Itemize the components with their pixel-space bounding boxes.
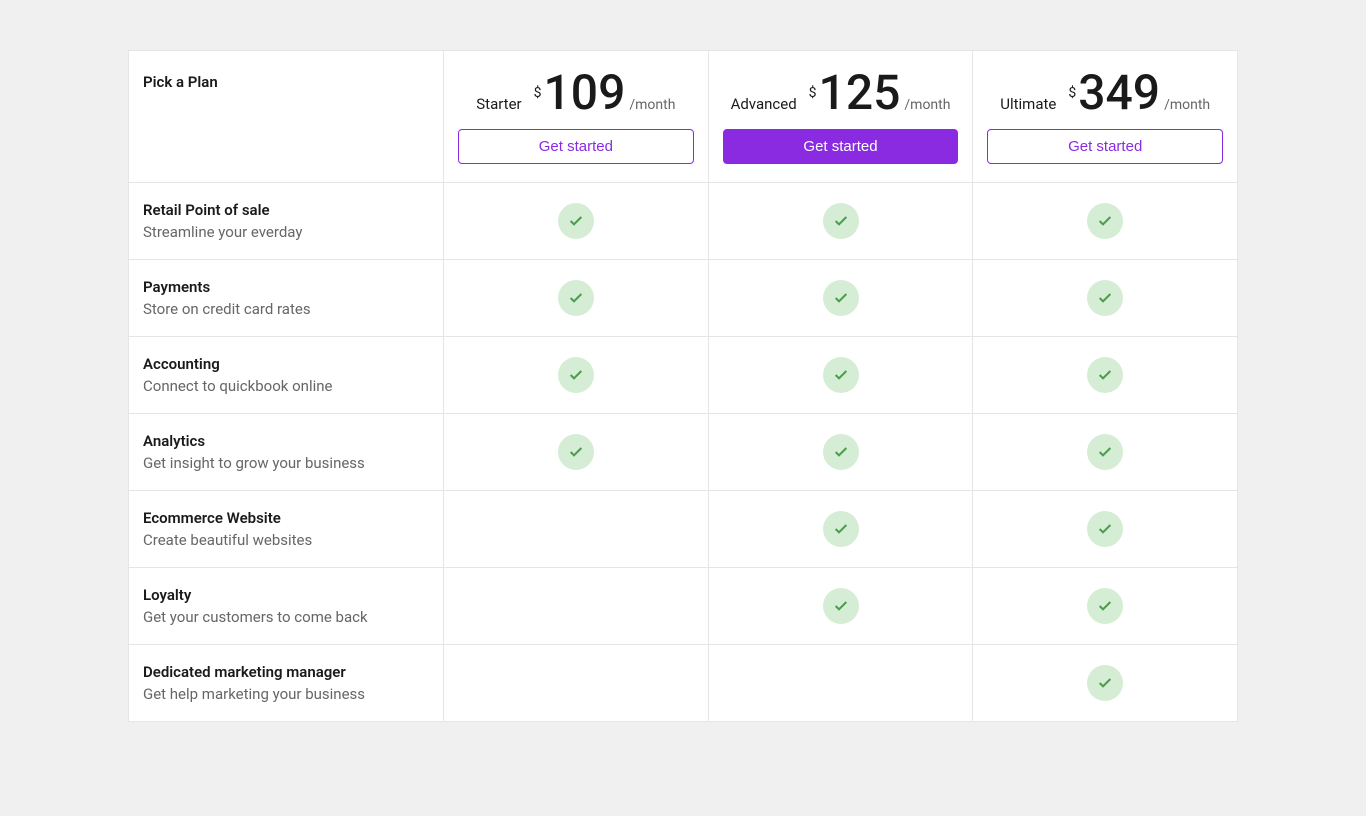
feature-label-cell: Payments Store on credit card rates <box>129 260 444 336</box>
feature-title: Analytics <box>143 432 429 450</box>
check-icon <box>558 357 594 393</box>
feature-value-cell <box>444 491 709 567</box>
feature-value-cell <box>709 568 974 644</box>
feature-title: Ecommerce Website <box>143 509 429 527</box>
feature-value-cell <box>444 414 709 490</box>
feature-value-cell <box>973 645 1237 721</box>
check-icon <box>823 357 859 393</box>
feature-row: Accounting Connect to quickbook online <box>129 336 1237 413</box>
price-amount: 109 <box>544 69 626 117</box>
feature-row: Ecommerce Website Create beautiful websit… <box>129 490 1237 567</box>
check-icon <box>558 280 594 316</box>
feature-label-cell: Accounting Connect to quickbook online <box>129 337 444 413</box>
feature-value-cell <box>709 183 974 259</box>
check-icon <box>823 511 859 547</box>
feature-title: Dedicated marketing manager <box>143 663 429 681</box>
check-icon <box>823 588 859 624</box>
check-icon <box>1087 665 1123 701</box>
header-label-cell: Pick a Plan <box>129 51 444 182</box>
feature-title: Payments <box>143 278 429 296</box>
price-amount: 125 <box>819 69 901 117</box>
feature-value-cell <box>709 645 974 721</box>
feature-desc: Streamline your everday <box>143 223 429 241</box>
feature-value-cell <box>709 414 974 490</box>
feature-value-cell <box>973 260 1237 336</box>
feature-title: Accounting <box>143 355 429 373</box>
feature-desc: Create beautiful websites <box>143 531 429 549</box>
check-icon <box>1087 357 1123 393</box>
price-period: /month <box>629 97 675 113</box>
feature-desc: Get your customers to come back <box>143 608 429 626</box>
header-row: Pick a Plan Starter $ 109 /month Get sta… <box>129 51 1237 182</box>
plan-name: Advanced <box>731 95 797 113</box>
feature-value-cell <box>444 645 709 721</box>
feature-row: Retail Point of sale Streamline your ever… <box>129 182 1237 259</box>
currency-symbol: $ <box>809 85 817 101</box>
feature-value-cell <box>444 183 709 259</box>
feature-title: Retail Point of sale <box>143 201 429 219</box>
feature-value-cell <box>973 491 1237 567</box>
check-icon <box>1087 434 1123 470</box>
feature-label-cell: Analytics Get insight to grow your busine… <box>129 414 444 490</box>
check-icon <box>823 280 859 316</box>
check-icon <box>558 203 594 239</box>
check-icon <box>1087 203 1123 239</box>
feature-label-cell: Loyalty Get your customers to come back <box>129 568 444 644</box>
feature-value-cell <box>973 568 1237 644</box>
feature-desc: Connect to quickbook online <box>143 377 429 395</box>
plan-name: Ultimate <box>1000 95 1056 113</box>
feature-desc: Get help marketing your business <box>143 685 429 703</box>
header-title: Pick a Plan <box>143 73 429 91</box>
check-icon <box>1087 588 1123 624</box>
plan-header-ultimate: Ultimate $ 349 /month Get started <box>973 51 1237 182</box>
feature-value-cell <box>709 337 974 413</box>
feature-row: Payments Store on credit card rates <box>129 259 1237 336</box>
feature-value-cell <box>709 491 974 567</box>
feature-value-cell <box>973 337 1237 413</box>
price-amount: 349 <box>1078 69 1160 117</box>
feature-label-cell: Retail Point of sale Streamline your ever… <box>129 183 444 259</box>
feature-label-cell: Ecommerce Website Create beautiful websit… <box>129 491 444 567</box>
feature-value-cell <box>444 260 709 336</box>
plan-name: Starter <box>476 95 521 113</box>
check-icon <box>823 203 859 239</box>
check-icon <box>1087 280 1123 316</box>
price-period: /month <box>1164 97 1210 113</box>
price-line: Ultimate $ 349 /month <box>987 69 1223 117</box>
check-icon <box>558 434 594 470</box>
feature-desc: Get insight to grow your business <box>143 454 429 472</box>
check-icon <box>1087 511 1123 547</box>
feature-row: Analytics Get insight to grow your busine… <box>129 413 1237 490</box>
feature-value-cell <box>444 337 709 413</box>
feature-row: Loyalty Get your customers to come back <box>129 567 1237 644</box>
plan-header-starter: Starter $ 109 /month Get started <box>444 51 709 182</box>
get-started-button-advanced[interactable]: Get started <box>723 129 959 164</box>
currency-symbol: $ <box>1068 85 1076 101</box>
price-line: Starter $ 109 /month <box>458 69 694 117</box>
feature-label-cell: Dedicated marketing manager Get help mark… <box>129 645 444 721</box>
feature-value-cell <box>973 414 1237 490</box>
currency-symbol: $ <box>534 85 542 101</box>
price-period: /month <box>904 97 950 113</box>
feature-title: Loyalty <box>143 586 429 604</box>
price-line: Advanced $ 125 /month <box>723 69 959 117</box>
get-started-button-starter[interactable]: Get started <box>458 129 694 164</box>
plan-header-advanced: Advanced $ 125 /month Get started <box>709 51 974 182</box>
feature-value-cell <box>444 568 709 644</box>
check-icon <box>823 434 859 470</box>
feature-value-cell <box>973 183 1237 259</box>
pricing-table: Pick a Plan Starter $ 109 /month Get sta… <box>128 50 1238 722</box>
feature-desc: Store on credit card rates <box>143 300 429 318</box>
get-started-button-ultimate[interactable]: Get started <box>987 129 1223 164</box>
feature-row: Dedicated marketing manager Get help mark… <box>129 644 1237 721</box>
feature-value-cell <box>709 260 974 336</box>
